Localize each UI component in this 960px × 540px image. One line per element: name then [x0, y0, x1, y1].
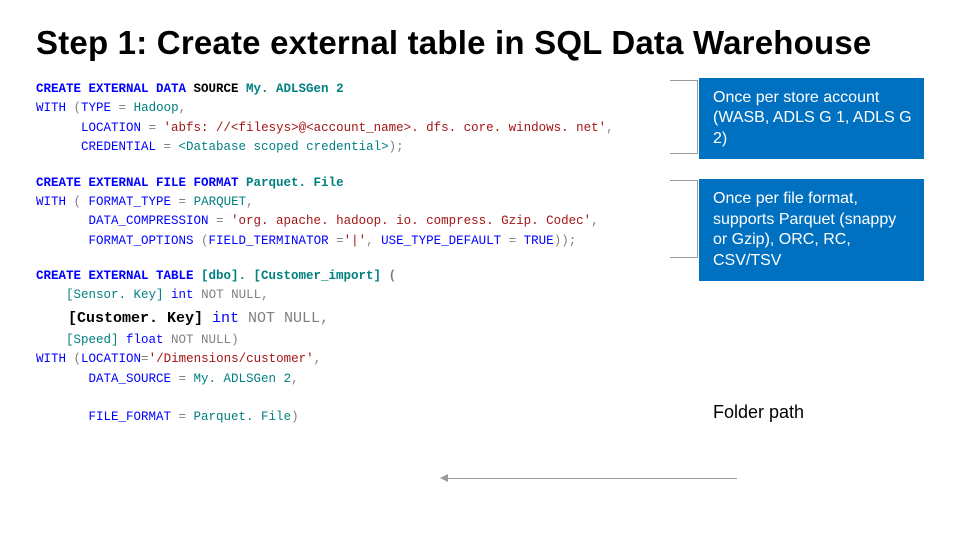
code-block-external-table-cont: [Speed] float NOT NULL) WITH (LOCATION='…	[36, 331, 681, 428]
close: );	[389, 140, 404, 154]
kw-type: TYPE	[81, 101, 119, 115]
eq: =	[164, 140, 172, 154]
customer-key-line: [Customer. Key] int NOT NULL,	[68, 308, 681, 329]
callouts-column: Once per store account (WASB, ADLS G 1, …	[699, 80, 924, 454]
callout-folder-path: Folder path	[699, 391, 924, 434]
indent	[36, 333, 66, 347]
comma: ,	[366, 234, 381, 248]
datasource-name: My. ADLSGen 2	[239, 82, 344, 96]
code-column: CREATE EXTERNAL DATA SOURCE My. ADLSGen …	[36, 80, 681, 454]
arrow-folder-path-head	[440, 474, 448, 482]
val-gzip-codec: 'org. apache. hadoop. io. compress. Gzip…	[224, 214, 592, 228]
field-sensor-key: [Sensor. Key]	[66, 288, 171, 302]
field-speed: [Speed]	[66, 333, 126, 347]
content-area: CREATE EXTERNAL DATA SOURCE My. ADLSGen …	[36, 80, 924, 454]
bracket-connector-2	[670, 180, 698, 258]
paren: (	[74, 352, 82, 366]
comma: ,	[320, 310, 329, 327]
close: ));	[554, 234, 577, 248]
val-parquet-file: Parquet. File	[186, 410, 291, 424]
format-name: Parquet. File	[239, 176, 344, 190]
comma: ,	[179, 101, 187, 115]
val-credential: <Database scoped credential>	[171, 140, 389, 154]
code-block-external-table: CREATE EXTERNAL TABLE [dbo]. [Customer_i…	[36, 267, 681, 306]
paren: (	[74, 101, 82, 115]
kw-location: LOCATION	[36, 121, 149, 135]
eq: =	[179, 195, 187, 209]
kw-create-external-file: CREATE EXTERNAL FILE	[36, 176, 194, 190]
kw-field-terminator: FIELD_TERMINATOR	[209, 234, 337, 248]
kw-file-format: FILE_FORMAT	[36, 410, 179, 424]
kw-with: WITH	[36, 352, 74, 366]
comma: ,	[246, 195, 254, 209]
paren: (	[389, 269, 397, 283]
eq: =	[149, 121, 157, 135]
val-adlsgen2: My. ADLSGen 2	[186, 372, 291, 386]
code-block-data-source: CREATE EXTERNAL DATA SOURCE My. ADLSGen …	[36, 80, 681, 158]
comma: ,	[291, 372, 299, 386]
kw-source: SOURCE	[194, 82, 239, 96]
not-null: NOT NULL	[171, 333, 231, 347]
not-null: NOT NULL	[248, 310, 320, 327]
comma: ,	[591, 214, 599, 228]
eq: =	[216, 214, 224, 228]
field-customer-key: [Customer. Key]	[68, 310, 203, 327]
val-hadoop: Hadoop	[126, 101, 179, 115]
callout-file-format: Once per file format, supports Parquet (…	[699, 179, 924, 281]
comma: ,	[261, 288, 269, 302]
eq: =	[141, 352, 149, 366]
kw-data-compression: DATA_COMPRESSION	[36, 214, 216, 228]
val-abfs: 'abfs: //<filesys>@<account_name>. dfs. …	[156, 121, 606, 135]
code-block-file-format: CREATE EXTERNAL FILE FORMAT Parquet. Fil…	[36, 174, 681, 252]
kw-location: LOCATION	[81, 352, 141, 366]
not-null: NOT NULL	[201, 288, 261, 302]
type-int: int	[171, 288, 201, 302]
close: )	[231, 333, 239, 347]
type-int: int	[203, 310, 248, 327]
indent	[36, 288, 66, 302]
kw-use-type-default: USE_TYPE_DEFAULT	[381, 234, 509, 248]
val-pipe: '|'	[344, 234, 367, 248]
kw-format-type: FORMAT_TYPE	[89, 195, 179, 209]
kw-create-external-data: CREATE EXTERNAL DATA	[36, 82, 194, 96]
type-float: float	[126, 333, 171, 347]
kw-with: WITH	[36, 195, 74, 209]
bracket-connector-1	[670, 80, 698, 154]
eq: =	[336, 234, 344, 248]
eq: =	[179, 410, 187, 424]
kw-create-external-table: CREATE EXTERNAL TABLE	[36, 269, 201, 283]
kw-format: FORMAT	[194, 176, 239, 190]
callout-store-account: Once per store account (WASB, ADLS G 1, …	[699, 78, 924, 159]
close: )	[291, 410, 299, 424]
val-true: TRUE	[516, 234, 554, 248]
slide-title: Step 1: Create external table in SQL Dat…	[36, 24, 924, 62]
val-parquet: PARQUET	[186, 195, 246, 209]
kw-credential: CREDENTIAL	[36, 140, 164, 154]
paren: (	[74, 195, 89, 209]
kw-format-options: FORMAT_OPTIONS	[36, 234, 201, 248]
eq: =	[179, 372, 187, 386]
eq: =	[119, 101, 127, 115]
kw-with: WITH	[36, 101, 74, 115]
table-name: [dbo]. [Customer_import]	[201, 269, 389, 283]
comma: ,	[314, 352, 322, 366]
val-folder-path: '/Dimensions/customer'	[149, 352, 314, 366]
kw-data-source: DATA_SOURCE	[36, 372, 179, 386]
paren: (	[201, 234, 209, 248]
comma: ,	[606, 121, 614, 135]
arrow-folder-path-line	[446, 478, 737, 479]
